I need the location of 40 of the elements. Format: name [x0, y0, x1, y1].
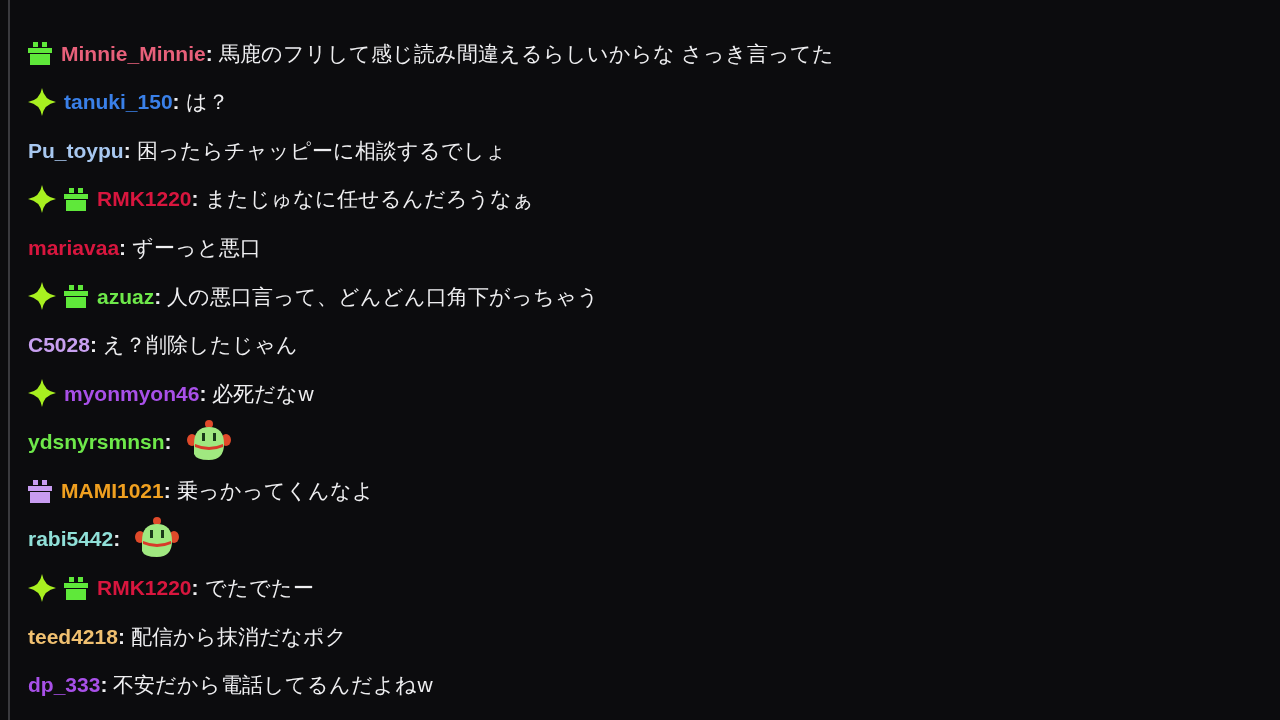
- username[interactable]: myonmyon46: [64, 377, 200, 410]
- username[interactable]: dp_333: [28, 669, 101, 701]
- chat-message-text: でたでたー: [204, 575, 314, 602]
- chat-message-text: 配信から抹消だなポク: [130, 623, 347, 650]
- chat-message-text: は？: [185, 89, 229, 116]
- username[interactable]: MAMI1021: [61, 474, 164, 507]
- chat-message-text: 不安だから電話してるんだよねw: [113, 672, 433, 699]
- username[interactable]: ydsnyrsmnsn: [28, 426, 165, 458]
- colon-separator: :: [117, 623, 125, 650]
- colon-separator: :: [89, 332, 97, 359]
- username[interactable]: C5028: [28, 329, 90, 361]
- username[interactable]: RMK1220: [97, 572, 192, 604]
- colon-separator: :: [164, 429, 172, 456]
- chat-message-text: え？削除したじゃん: [102, 332, 298, 359]
- colon-separator: :: [163, 477, 171, 504]
- colon-separator: :: [100, 672, 108, 699]
- username[interactable]: Pu_toypu: [28, 134, 124, 167]
- username[interactable]: tanuki_150: [64, 86, 173, 118]
- username[interactable]: teed4218: [28, 620, 118, 653]
- colon-separator: :: [199, 380, 207, 407]
- colon-separator: :: [113, 526, 121, 553]
- username[interactable]: Minnie_Minnie: [61, 37, 206, 70]
- chat-message-text: 乗っかってくんなよ: [176, 477, 374, 504]
- username[interactable]: rabi5442: [28, 523, 114, 555]
- colon-separator: :: [119, 234, 127, 261]
- chat-message-text: 必死だなw: [212, 380, 314, 407]
- chat-message-text: 人の悪口言って、どんどん口角下がっちゃう: [167, 283, 600, 310]
- colon-separator: :: [191, 186, 199, 213]
- username[interactable]: RMK1220: [97, 183, 192, 215]
- colon-separator: :: [191, 575, 199, 602]
- colon-separator: :: [205, 40, 213, 67]
- chat-message-text: またじゅなに任せるんだろうなぁ: [204, 186, 534, 213]
- username[interactable]: mariavaa: [28, 231, 120, 264]
- colon-separator: :: [172, 89, 180, 116]
- username[interactable]: azuaz: [97, 280, 155, 312]
- colon-separator: :: [123, 137, 131, 164]
- chat-message-text: 困ったらチャッピーに相談するでしょ: [136, 137, 507, 164]
- colon-separator: :: [154, 283, 162, 310]
- chat-message-text: ずーっと悪口: [132, 234, 262, 261]
- chat-message-text: 馬鹿のフリして感じ読み間違えるらしいからな さっき言ってた: [218, 40, 834, 67]
